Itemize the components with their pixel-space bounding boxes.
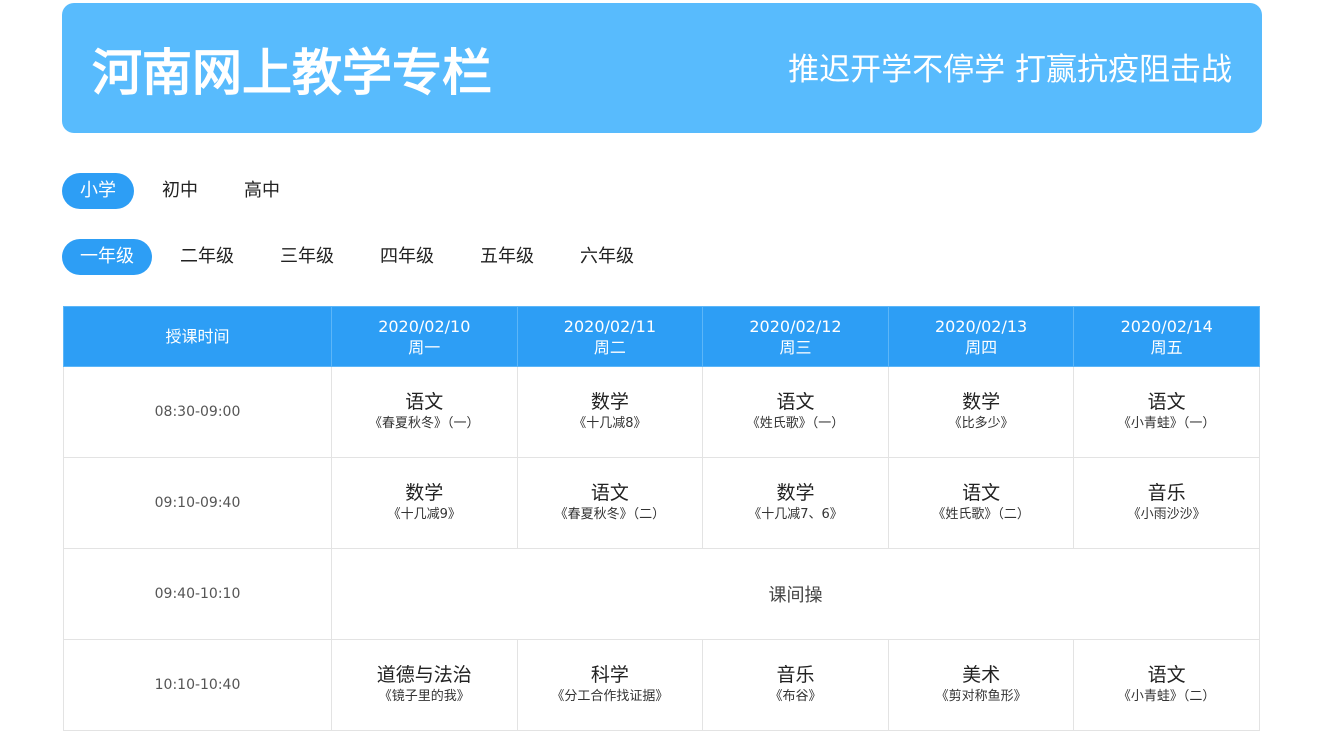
lesson-cell[interactable]: 语文《小青蛙》（一）: [1073, 366, 1260, 458]
subject-name: 数学: [405, 482, 444, 504]
lesson-cell[interactable]: 语文《小青蛙》（二）: [1073, 639, 1260, 731]
lesson-cell[interactable]: 语文《姓氏歌》（二）: [887, 457, 1075, 549]
day-weekday: 周四: [965, 337, 998, 357]
time-slot: 09:40-10:10: [63, 548, 332, 640]
lesson-title: 《布谷》: [769, 689, 822, 704]
day-date: 2020/02/14: [1120, 316, 1213, 336]
lesson-cell[interactable]: 美术 《剪对称鱼形》: [887, 639, 1075, 731]
tab-grade-6[interactable]: 六年级: [562, 239, 652, 275]
table-row: 08:30-09:00 语文《春夏秋冬》（一） 数学《十几减8》 语文《姓氏歌》…: [63, 366, 1260, 458]
tab-grade-1[interactable]: 一年级: [62, 239, 152, 275]
lesson-cell[interactable]: 道德与法治《镜子里的我》: [331, 639, 518, 731]
lesson-cell[interactable]: 音乐 《小雨沙沙》: [1073, 457, 1260, 549]
lesson-title: 《剪对称鱼形》: [935, 689, 1027, 704]
table-header-row: 授课时间 2020/02/10 周一 2020/02/11 周二 2020/02/1…: [63, 306, 1260, 367]
lesson-title: 《十几减9》: [387, 507, 461, 522]
day-header: 2020/02/11 周二: [516, 306, 704, 367]
day-header: 2020/02/13 周四: [887, 306, 1075, 367]
tab-grade-5[interactable]: 五年级: [462, 239, 552, 275]
subject-name: 语文: [1147, 664, 1186, 686]
subject-name: 语文: [1147, 391, 1186, 413]
day-date: 2020/02/12: [749, 316, 842, 336]
lesson-cell[interactable]: 语文《姓氏歌》（一）: [702, 366, 889, 458]
tab-grade-3[interactable]: 三年级: [262, 239, 352, 275]
subject-name: 美术: [962, 664, 1001, 686]
school-level-tabs: 小学 初中 高中: [62, 173, 308, 209]
subject-name: 数学: [776, 482, 815, 504]
day-weekday: 周三: [779, 337, 812, 357]
subject-name: 音乐: [1147, 482, 1186, 504]
tab-junior-high[interactable]: 初中: [144, 173, 216, 209]
day-date: 2020/02/10: [378, 316, 471, 336]
day-header: 2020/02/14 周五: [1073, 306, 1260, 367]
header-banner: 河南网上教学专栏 推迟开学不停学 打赢抗疫阻击战: [62, 3, 1262, 133]
day-header: 2020/02/12 周三: [702, 306, 889, 367]
schedule-table: 授课时间 2020/02/10 周一 2020/02/11 周二 2020/02/1…: [63, 306, 1260, 731]
subject-name: 科学: [590, 664, 629, 686]
lesson-cell[interactable]: 音乐 《布谷》: [702, 639, 889, 731]
lesson-cell[interactable]: 数学 《比多少》: [887, 366, 1075, 458]
grade-tabs: 一年级 二年级 三年级 四年级 五年级 六年级: [62, 239, 662, 275]
lesson-title: 《春夏秋冬》（一）: [369, 416, 480, 431]
lesson-title: 《十几减7、6》: [748, 507, 843, 522]
lesson-title: 《姓氏歌》（一）: [746, 416, 845, 431]
table-row: 09:10-09:40 数学《十几减9》 语文《春夏秋冬》（二） 数学《十几减7…: [63, 457, 1260, 549]
lesson-cell[interactable]: 数学《十几减7、6》: [702, 457, 889, 549]
lesson-title: 《十几减8》: [573, 416, 647, 431]
time-slot: 08:30-09:00: [63, 366, 332, 458]
tab-grade-2[interactable]: 二年级: [162, 239, 252, 275]
lesson-cell[interactable]: 科学《分工合作找证据》: [516, 639, 704, 731]
day-date: 2020/02/13: [934, 316, 1028, 336]
lesson-title: 《小雨沙沙》: [1127, 507, 1206, 522]
page-title: 河南网上教学专栏: [92, 44, 492, 102]
table-row: 10:10-10:40 道德与法治《镜子里的我》 科学《分工合作找证据》 音乐《…: [63, 639, 1260, 731]
day-weekday: 周五: [1150, 337, 1183, 357]
table-row: 09:40-10:10 课间操: [63, 548, 1260, 640]
banner-slogan: 推迟开学不停学 打赢抗疫阻击战: [788, 52, 1232, 88]
lesson-title: 《镜子里的我》: [378, 689, 470, 704]
lesson-title: 《春夏秋冬》（二）: [554, 507, 666, 522]
subject-name: 道德与法治: [376, 664, 472, 686]
lesson-cell[interactable]: 数学《十几减9》: [331, 457, 518, 549]
lesson-title: 《小青蛙》（二）: [1117, 689, 1216, 704]
day-weekday: 周一: [408, 337, 441, 357]
day-header: 2020/02/10 周一: [331, 306, 518, 367]
tab-grade-4[interactable]: 四年级: [362, 239, 452, 275]
subject-name: 数学: [590, 391, 629, 413]
lesson-title: 《小青蛙》（一）: [1117, 416, 1216, 431]
time-column-header: 授课时间: [63, 306, 332, 367]
lesson-cell[interactable]: 语文《春夏秋冬》（二）: [516, 457, 704, 549]
tab-primary-school[interactable]: 小学: [62, 173, 134, 209]
subject-name: 音乐: [776, 664, 815, 686]
tab-senior-high[interactable]: 高中: [226, 173, 298, 209]
subject-name: 数学: [962, 391, 1001, 413]
time-slot: 09:10-09:40: [63, 457, 332, 549]
break-cell: 课间操: [331, 548, 1260, 640]
lesson-cell[interactable]: 语文《春夏秋冬》（一）: [331, 366, 518, 458]
lesson-cell[interactable]: 数学《十几减8》: [516, 366, 704, 458]
subject-name: 语文: [962, 482, 1001, 504]
subject-name: 语文: [590, 482, 629, 504]
day-weekday: 周二: [593, 337, 626, 357]
subject-name: 语文: [776, 391, 815, 413]
day-date: 2020/02/11: [563, 316, 656, 336]
lesson-title: 《比多少》: [948, 416, 1014, 431]
lesson-title: 《姓氏歌》（二）: [932, 507, 1030, 522]
lesson-title: 《分工合作找证据》: [551, 689, 669, 704]
time-slot: 10:10-10:40: [63, 639, 332, 731]
subject-name: 语文: [405, 391, 444, 413]
